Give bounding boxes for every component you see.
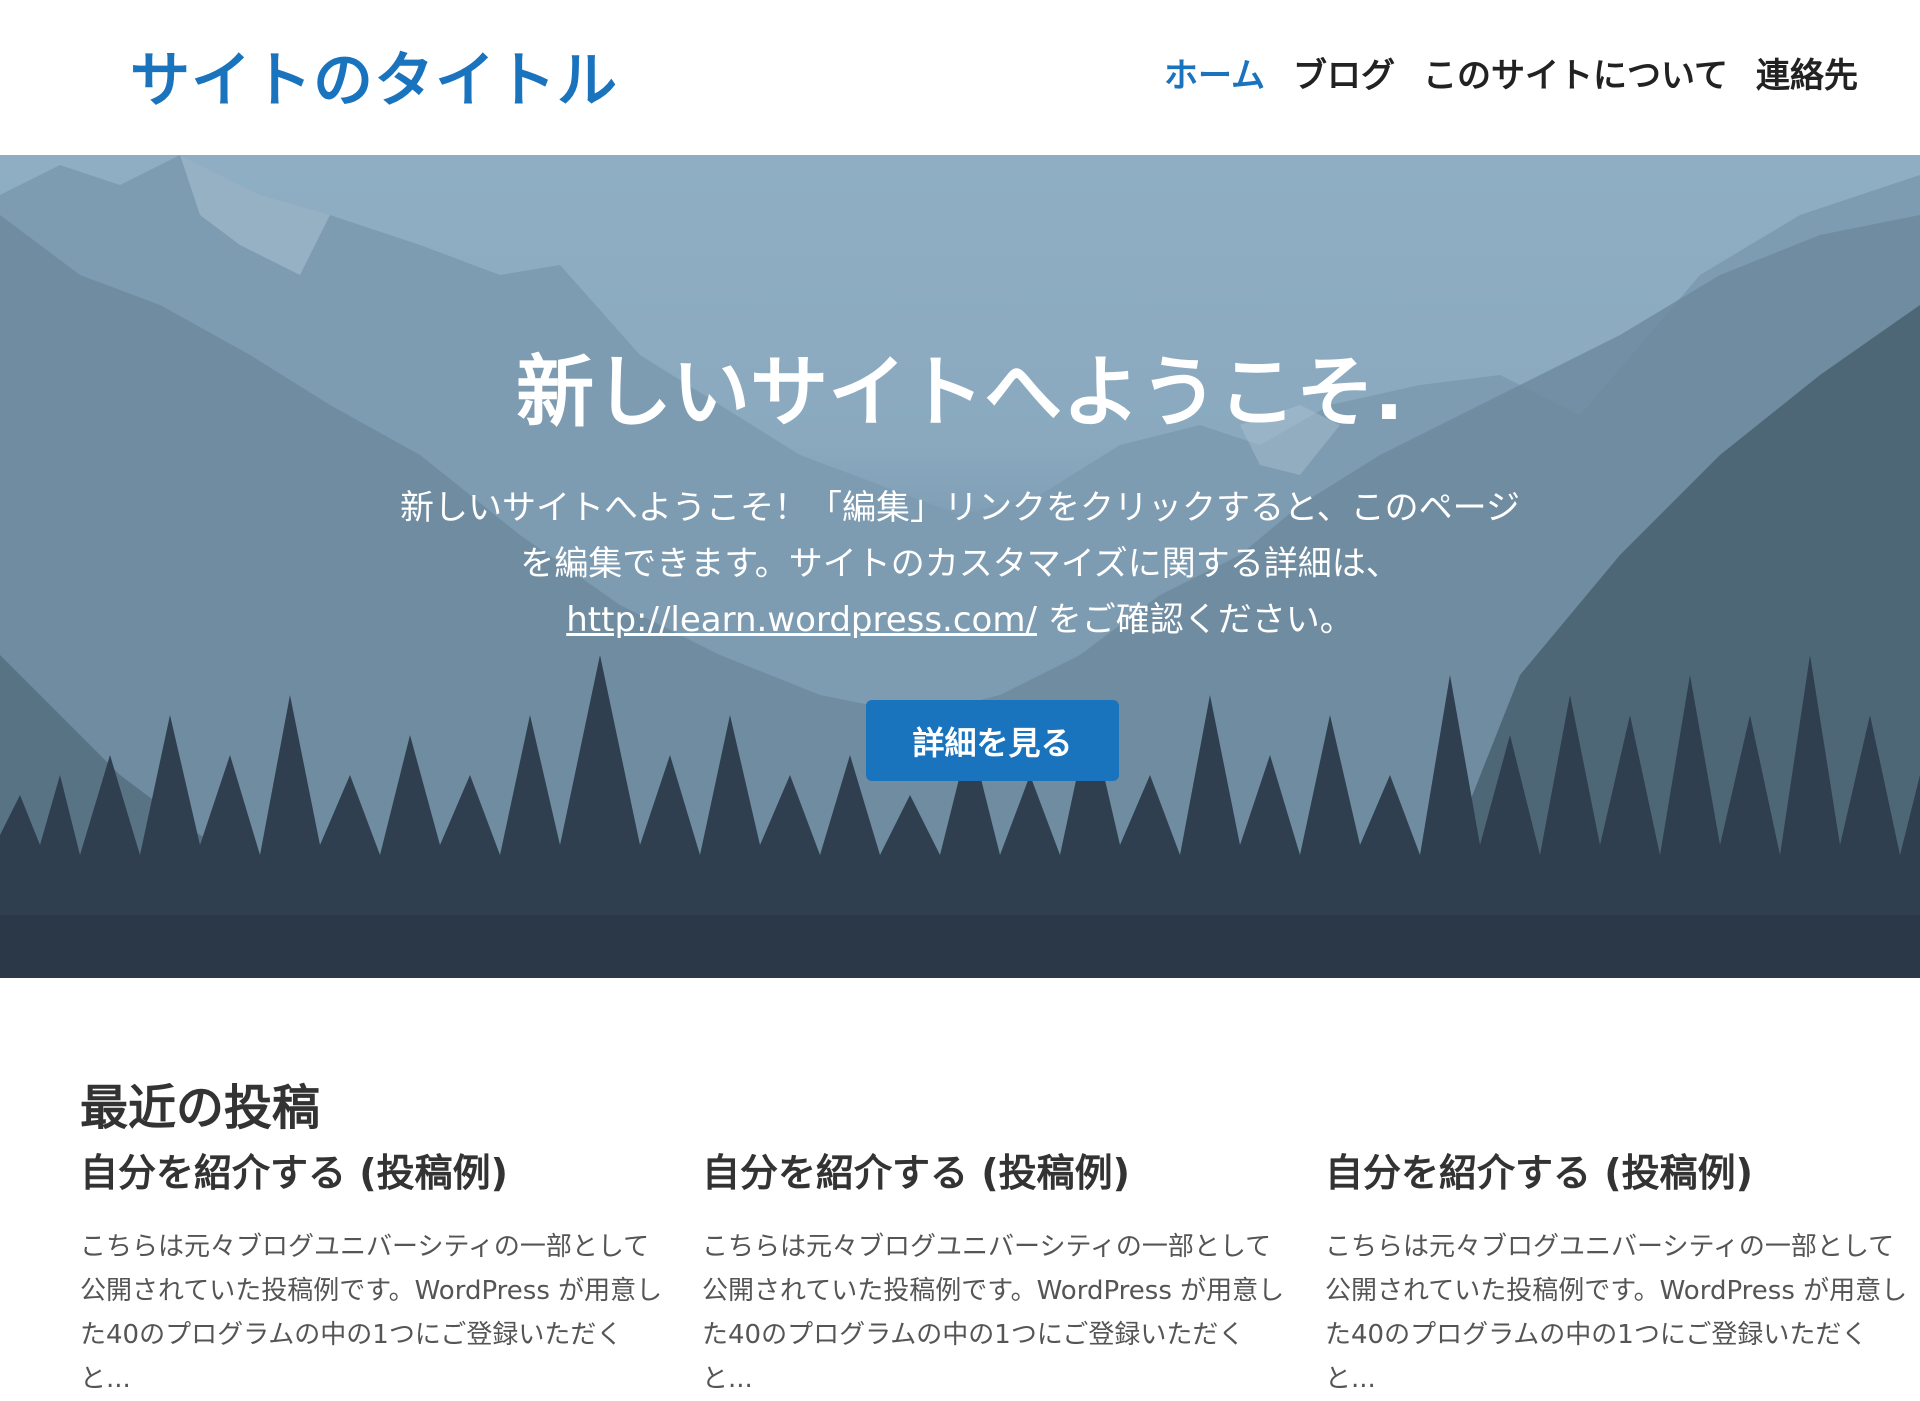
site-title[interactable]: サイトのタイトル [130, 32, 618, 119]
post-card: 自分を紹介する (投稿例) こちらは元々ブログユニバーシティの一部として公開され… [1325, 1142, 1915, 1401]
nav-item-blog[interactable]: ブログ [1293, 48, 1395, 97]
nav-item-contact[interactable]: 連絡先 [1756, 48, 1858, 97]
nav-item-home[interactable]: ホーム [1164, 48, 1265, 97]
post-excerpt: こちらは元々ブログユニバーシティの一部として公開されていた投稿例です。WordP… [80, 1232, 663, 1394]
post-card: 自分を紹介する (投稿例) こちらは元々ブログユニバーシティの一部として公開され… [80, 1142, 670, 1401]
post-title[interactable]: 自分を紹介する (投稿例) [1325, 1142, 1915, 1197]
learn-wordpress-link[interactable]: http://learn.wordpress.com/ [566, 600, 1037, 640]
hero-text-intro: 新しいサイトへようこそ！「編集」リンクをクリックすると、このページを編集できます… [400, 488, 1520, 584]
recent-posts-heading: 最近の投稿 [80, 1079, 321, 1136]
learn-more-button[interactable]: 詳細を見る [866, 700, 1119, 781]
hero-section: 新しいサイトへようこそ. 新しいサイトへようこそ！「編集」リンクをクリックすると… [0, 155, 1920, 978]
hero-text-outro: をご確認ください。 [1036, 600, 1354, 640]
hero-description: 新しいサイトへようこそ！「編集」リンクをクリックすると、このページを編集できます… [400, 480, 1520, 648]
main-nav: ホーム ブログ このサイトについて 連絡先 [1164, 48, 1858, 97]
post-title[interactable]: 自分を紹介する (投稿例) [80, 1142, 670, 1197]
nav-item-about[interactable]: このサイトについて [1423, 48, 1728, 97]
post-card: 自分を紹介する (投稿例) こちらは元々ブログユニバーシティの一部として公開され… [702, 1142, 1292, 1401]
hero-title: 新しいサイトへようこそ. [516, 348, 1404, 438]
post-title[interactable]: 自分を紹介する (投稿例) [702, 1142, 1292, 1197]
post-excerpt: こちらは元々ブログユニバーシティの一部として公開されていた投稿例です。WordP… [1325, 1232, 1908, 1394]
site-header: サイトのタイトル ホーム ブログ このサイトについて 連絡先 [0, 0, 1920, 155]
post-excerpt: こちらは元々ブログユニバーシティの一部として公開されていた投稿例です。WordP… [702, 1232, 1285, 1394]
